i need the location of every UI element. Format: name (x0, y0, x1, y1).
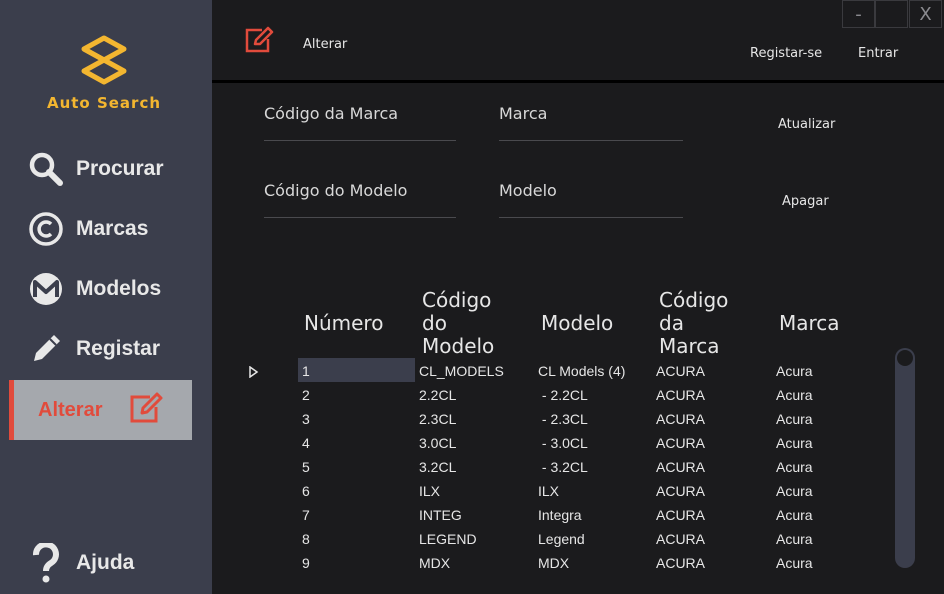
sidebar-item-alterar[interactable]: Alterar (9, 380, 192, 440)
table-cell[interactable]: 1 (302, 363, 310, 379)
table-cell[interactable]: Acura (776, 411, 813, 427)
column-header[interactable]: Código do Modelo (422, 289, 512, 358)
table-cell[interactable]: 4 (302, 435, 310, 451)
table-cell[interactable]: Acura (776, 435, 813, 451)
copyright-icon (26, 209, 66, 249)
table-cell[interactable]: 2.3CL (419, 411, 456, 427)
table-cell[interactable]: CL_MODELS (419, 363, 504, 379)
register-button[interactable]: Registar-se (750, 46, 822, 61)
table-cell[interactable]: Acura (776, 459, 813, 475)
table-cell[interactable]: ACURA (656, 387, 705, 403)
table-cell[interactable]: 3.0CL (419, 435, 456, 451)
column-header[interactable]: Código da Marca (659, 289, 749, 358)
sidebar: Auto Search Procurar Marcas Modelos Regi… (0, 0, 212, 594)
table-cell[interactable]: 9 (302, 555, 310, 571)
sidebar-item-registar[interactable]: Registar (26, 326, 206, 372)
sidebar-item-procurar[interactable]: Procurar (26, 146, 206, 192)
table-cell[interactable]: Acura (776, 483, 813, 499)
scrollbar-thumb[interactable] (897, 350, 913, 366)
table-cell[interactable]: 3 (302, 411, 310, 427)
table-cell[interactable]: ILX (538, 483, 559, 499)
question-icon (26, 543, 66, 583)
maximize-button[interactable] (875, 0, 908, 28)
app-name: Auto Search (46, 94, 162, 112)
edit-icon (128, 391, 166, 429)
table-cell[interactable]: Acura (776, 555, 813, 571)
table-cell[interactable]: - 3.0CL (538, 435, 588, 451)
table-cell[interactable]: 8 (302, 531, 310, 547)
column-header[interactable]: Número (304, 312, 383, 335)
table-cell[interactable]: ACURA (656, 363, 705, 379)
column-header[interactable]: Modelo (541, 312, 613, 335)
table-cell[interactable]: ACURA (656, 435, 705, 451)
selected-cell (298, 358, 415, 382)
sidebar-item-marcas[interactable]: Marcas (26, 206, 206, 252)
brand-field[interactable]: Marca (499, 96, 683, 141)
login-button[interactable]: Entrar (858, 46, 898, 61)
table-cell[interactable]: 3.2CL (419, 459, 456, 475)
page-title: Alterar (303, 37, 348, 52)
sidebar-item-modelos[interactable]: Modelos (26, 266, 206, 312)
header: Alterar Registar-se Entrar - X (212, 0, 944, 83)
table-cell[interactable]: Acura (776, 363, 813, 379)
monero-icon (26, 269, 66, 309)
delete-button[interactable]: Apagar (782, 194, 829, 209)
sidebar-item-label: Modelos (76, 277, 162, 300)
table-cell[interactable]: ACURA (656, 555, 705, 571)
search-icon (26, 149, 66, 189)
table-cell[interactable]: ILX (419, 483, 440, 499)
table-cell[interactable]: MDX (538, 555, 569, 571)
sidebar-item-ajuda[interactable]: Ajuda (26, 540, 206, 586)
table-cell[interactable]: Acura (776, 387, 813, 403)
table-cell[interactable]: ACURA (656, 531, 705, 547)
table-cell[interactable]: - 2.2CL (538, 387, 588, 403)
table-cell[interactable]: Integra (538, 507, 582, 523)
table-cell[interactable]: Legend (538, 531, 585, 547)
sidebar-item-label: Registar (76, 337, 161, 360)
table-cell[interactable]: 6 (302, 483, 310, 499)
table-cell[interactable]: LEGEND (419, 531, 477, 547)
brand-code-field[interactable]: Código da Marca (264, 96, 456, 141)
model-code-field[interactable]: Código do Modelo (264, 173, 456, 218)
model-field[interactable]: Modelo (499, 173, 683, 218)
close-button[interactable]: X (909, 0, 942, 28)
minimize-button[interactable]: - (842, 0, 875, 28)
table-cell[interactable]: 5 (302, 459, 310, 475)
sidebar-item-label: Marcas (76, 217, 149, 240)
table-cell[interactable]: 7 (302, 507, 310, 523)
table-cell[interactable]: ACURA (656, 507, 705, 523)
model-placeholder: Modelo (499, 181, 557, 200)
model-code-placeholder: Código do Modelo (264, 181, 408, 200)
app-logo: Auto Search (0, 30, 212, 120)
table-cell[interactable]: INTEG (419, 507, 462, 523)
pencil-icon (26, 329, 66, 369)
edit-icon (244, 26, 276, 58)
table-cell[interactable]: - 2.3CL (538, 411, 588, 427)
table-cell[interactable]: 2 (302, 387, 310, 403)
update-button[interactable]: Atualizar (778, 117, 835, 132)
sidebar-item-label: Alterar (38, 398, 103, 421)
logo-icon (81, 35, 127, 85)
table-cell[interactable]: ACURA (656, 483, 705, 499)
table-cell[interactable]: - 3.2CL (538, 459, 588, 475)
table-cell[interactable]: MDX (419, 555, 450, 571)
table-cell[interactable]: ACURA (656, 459, 705, 475)
scrollbar[interactable] (895, 348, 915, 568)
sidebar-item-label: Procurar (76, 157, 164, 180)
table-cell[interactable]: Acura (776, 531, 813, 547)
brand-code-placeholder: Código da Marca (264, 104, 399, 123)
table-cell[interactable]: ACURA (656, 411, 705, 427)
table-cell[interactable]: 2.2CL (419, 387, 456, 403)
sidebar-item-label: Ajuda (76, 551, 135, 574)
row-selector-icon (249, 363, 259, 382)
brand-placeholder: Marca (499, 104, 548, 123)
column-header[interactable]: Marca (779, 312, 840, 335)
table-cell[interactable]: CL Models (4) (538, 363, 625, 379)
table-cell[interactable]: Acura (776, 507, 813, 523)
